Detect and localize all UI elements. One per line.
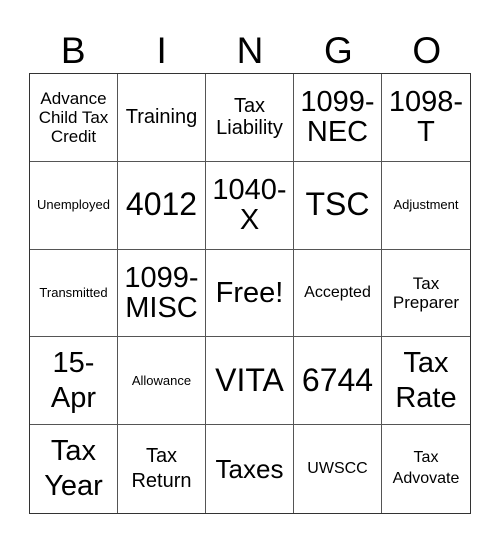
cell-text: Tax Rate: [395, 346, 457, 414]
cell-text: Unemployed: [37, 196, 110, 212]
header-letter-b: B: [60, 30, 86, 71]
header-letter-n: N: [236, 30, 264, 71]
cell-text: Tax Return: [131, 445, 192, 493]
cell-text: VITA: [215, 361, 284, 398]
cell-text: 1099-NEC: [300, 85, 375, 149]
bingo-cell[interactable]: 4012: [118, 161, 206, 250]
bingo-cell[interactable]: Training: [118, 74, 206, 162]
cell-text: Training: [125, 106, 198, 129]
cell-text: Adjustment: [393, 196, 459, 212]
bingo-cell[interactable]: Tax Return: [118, 425, 206, 513]
bingo-header: B I N G O: [29, 28, 471, 74]
cell-text: Tax Preparer: [392, 273, 460, 312]
header-letter-i: I: [156, 30, 167, 71]
bingo-cell[interactable]: VITA: [206, 337, 294, 426]
free-space-cell[interactable]: Free!: [206, 249, 294, 338]
bingo-cell[interactable]: Adjustment: [382, 162, 470, 250]
bingo-cell[interactable]: 1099-MISC: [118, 249, 206, 338]
bingo-cell[interactable]: Accepted: [294, 249, 382, 338]
cell-text: Allowance: [131, 372, 192, 388]
cell-text: 1098-T: [388, 85, 464, 149]
cell-text: Taxes: [215, 453, 284, 484]
cell-text: TSC: [305, 186, 370, 223]
bingo-cell[interactable]: Tax Rate: [382, 337, 470, 426]
bingo-cell[interactable]: UWSCC: [294, 425, 382, 513]
bingo-cell[interactable]: Tax Year: [30, 425, 118, 513]
cell-text: Tax Year: [44, 435, 103, 503]
bingo-cell[interactable]: 1040-X: [206, 161, 294, 250]
bingo-cell[interactable]: 15-Apr: [30, 337, 118, 426]
bingo-cell[interactable]: Tax Liability: [206, 74, 294, 162]
header-letter-o: O: [412, 30, 442, 71]
bingo-cell[interactable]: Taxes: [206, 425, 294, 513]
bingo-cell[interactable]: 6744: [294, 337, 382, 426]
header-letter-g: G: [323, 30, 353, 71]
bingo-cell[interactable]: 1098-T: [382, 74, 470, 162]
cell-text: 15-Apr: [50, 346, 97, 414]
free-space-text: Free!: [215, 276, 284, 309]
bingo-cell[interactable]: Tax Advovate: [382, 425, 470, 513]
bingo-cell[interactable]: Tax Preparer: [382, 250, 470, 338]
cell-text: UWSCC: [307, 460, 368, 478]
cell-text: 1040-X: [212, 173, 287, 237]
bingo-cell[interactable]: Unemployed: [30, 161, 118, 250]
cell-text: 1099-MISC: [124, 261, 199, 324]
cell-text: Tax Liability: [216, 95, 283, 140]
bingo-cell[interactable]: Transmitted: [30, 249, 118, 338]
cell-text: 4012: [125, 186, 198, 223]
bingo-cell[interactable]: Advance Child Tax Credit: [30, 74, 118, 162]
cell-text: Tax Advovate: [392, 449, 460, 488]
cell-text: Transmitted: [39, 284, 108, 300]
bingo-card-grid: Advance Child Tax Credit Training Tax Li…: [29, 73, 471, 514]
cell-text: 6744: [301, 361, 374, 398]
cell-text: Accepted: [304, 284, 371, 302]
bingo-cell[interactable]: TSC: [294, 161, 382, 250]
bingo-cell[interactable]: Allowance: [118, 337, 206, 426]
bingo-cell[interactable]: 1099-NEC: [294, 74, 382, 162]
cell-text: Advance Child Tax Credit: [38, 88, 109, 146]
